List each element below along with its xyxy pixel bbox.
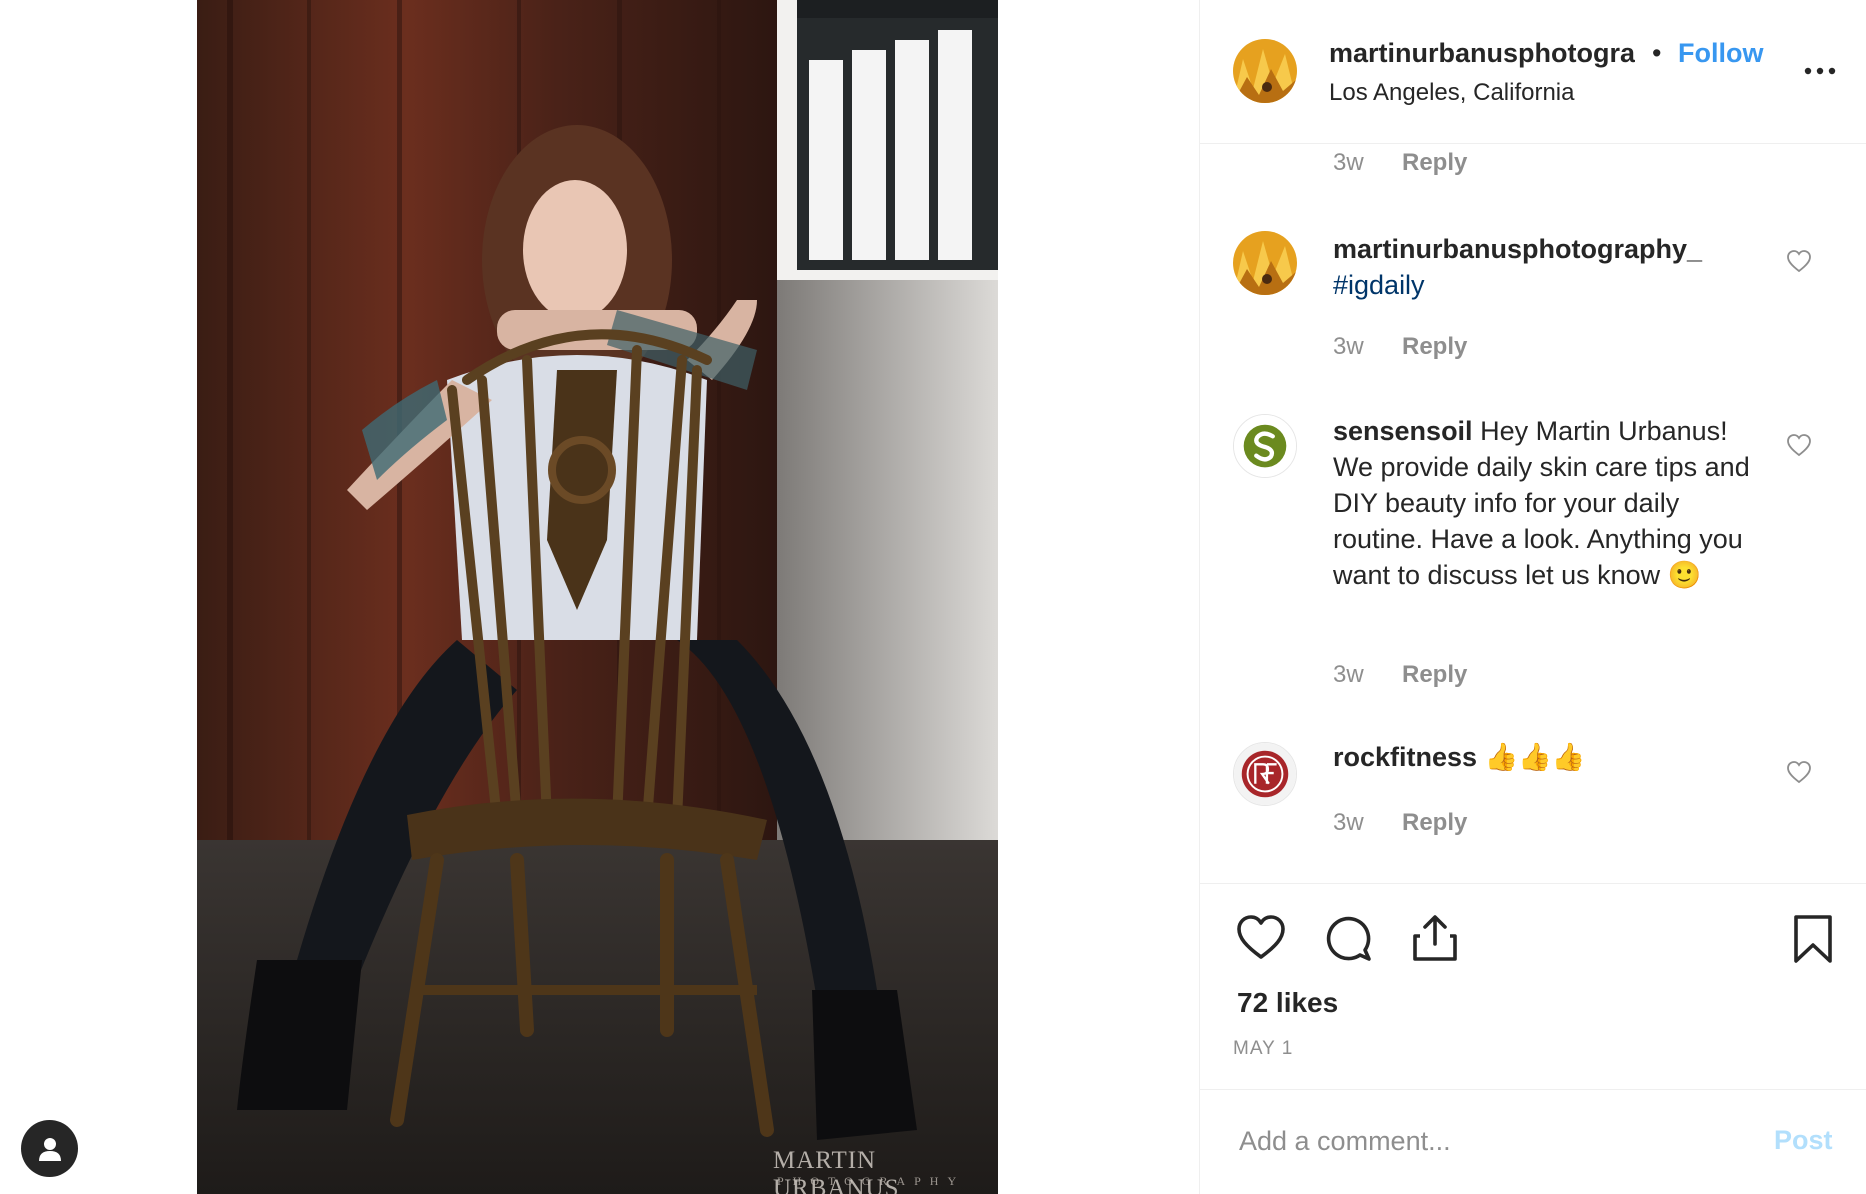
more-horizontal-icon[interactable]	[1803, 62, 1837, 80]
heart-icon[interactable]	[1236, 914, 1286, 960]
comment-username[interactable]: rockfitness	[1333, 742, 1477, 772]
thumbs-up-emoji: 👍👍👍	[1484, 742, 1586, 772]
post-header: martinurbanusphotogra • Follow Los Angel…	[1200, 0, 1866, 144]
comments-list[interactable]: 3w Reply martinurbanusphotography_ #igda…	[1200, 143, 1866, 883]
comment-avatar[interactable]	[1233, 414, 1297, 478]
post-photo[interactable]: MARTIN URBANUS PHOTOGRAPHY	[197, 0, 998, 1194]
photo-illustration	[197, 0, 998, 1194]
comment-body: sensensoil Hey Martin Urbanus! We provid…	[1333, 413, 1753, 593]
commenter-avatar-image	[1233, 231, 1297, 295]
post-actions: 72 likes MAY 1	[1200, 883, 1866, 1090]
post-date[interactable]: MAY 1	[1233, 1038, 1293, 1060]
likes-count[interactable]: 72 likes	[1237, 987, 1338, 1019]
post-side-panel: martinurbanusphotogra • Follow Los Angel…	[1199, 0, 1866, 1194]
reply-button[interactable]: Reply	[1402, 149, 1467, 177]
comment-body: rockfitness 👍👍👍	[1333, 739, 1753, 775]
add-comment-bar: Post	[1200, 1089, 1866, 1194]
post-comment-button[interactable]: Post	[1774, 1125, 1833, 1156]
bookmark-icon[interactable]	[1793, 914, 1833, 964]
rockfitness-logo-icon	[1234, 743, 1296, 805]
reply-button[interactable]: Reply	[1402, 333, 1467, 361]
user-icon	[38, 1137, 61, 1161]
photo-watermark-sub: PHOTOGRAPHY	[777, 1174, 966, 1188]
comment-time: 3w	[1333, 809, 1364, 836]
comment-bubble-icon[interactable]	[1324, 914, 1372, 962]
profile-button[interactable]	[21, 1120, 78, 1177]
post-location[interactable]: Los Angeles, California	[1329, 79, 1574, 107]
smile-emoji: 🙂	[1667, 560, 1702, 590]
comment-time: 3w	[1333, 661, 1364, 688]
reply-button[interactable]: Reply	[1402, 661, 1467, 689]
comment-avatar[interactable]	[1233, 231, 1297, 295]
comment-input[interactable]	[1237, 1117, 1721, 1165]
sensensoil-logo-icon	[1234, 415, 1296, 477]
comment-like-icon[interactable]	[1786, 760, 1812, 784]
comment-like-icon[interactable]	[1786, 249, 1812, 273]
share-icon[interactable]	[1412, 914, 1458, 962]
author-avatar[interactable]	[1233, 39, 1297, 103]
follow-button[interactable]: Follow	[1678, 38, 1763, 69]
comment-username[interactable]: sensensoil	[1333, 416, 1473, 446]
author-avatar-image	[1233, 39, 1297, 103]
comment-time: 3w	[1333, 149, 1364, 176]
author-username[interactable]: martinurbanusphotogra	[1329, 38, 1635, 69]
comment-hashtag[interactable]: #igdaily	[1333, 267, 1753, 303]
comment-username[interactable]: martinurbanusphotography_	[1333, 231, 1753, 267]
header-dot: •	[1652, 38, 1662, 68]
comment-avatar[interactable]	[1233, 742, 1297, 806]
comment-like-icon[interactable]	[1786, 433, 1812, 457]
reply-button[interactable]: Reply	[1402, 809, 1467, 837]
comment-body: martinurbanusphotography_ #igdaily	[1333, 231, 1753, 303]
comment-time: 3w	[1333, 333, 1364, 360]
